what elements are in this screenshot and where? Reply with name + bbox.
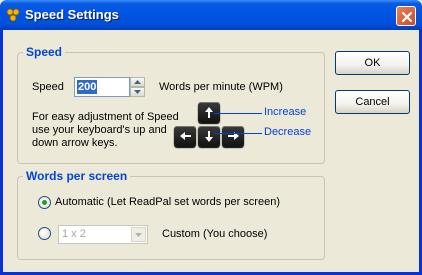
speed-settings-dialog: Speed Settings Speed Speed 200 Words per… [0, 0, 422, 275]
decrease-callout-line [214, 133, 262, 134]
dropdown-arrow[interactable] [131, 227, 146, 242]
chevron-down-icon [135, 233, 142, 237]
custom-words-select[interactable]: 1 x 2 [58, 225, 148, 244]
down-arrow-key-icon [198, 126, 220, 147]
speed-spinner[interactable] [130, 77, 145, 97]
custom-label[interactable]: Custom (You choose) [162, 228, 267, 240]
spin-down-button[interactable] [130, 87, 145, 97]
speed-groupbox: Speed Speed 200 Words per minute (WPM) F… [17, 45, 325, 164]
automatic-label[interactable]: Automatic (Let ReadPal set words per scr… [55, 196, 280, 208]
cancel-button[interactable]: Cancel [335, 90, 410, 114]
increase-label: Increase [264, 106, 307, 118]
wpm-label: Words per minute (WPM) [159, 81, 283, 93]
words-per-screen-group-title: Words per screen [23, 169, 131, 183]
automatic-radio[interactable] [38, 196, 51, 209]
help-text: For easy adjustment of Speed use your ke… [32, 111, 179, 149]
speed-group-title: Speed [23, 45, 66, 59]
arrow-up-icon [134, 80, 141, 84]
left-arrow-key-icon [174, 126, 196, 147]
readpal-app-icon [6, 8, 20, 22]
ok-button[interactable]: OK [335, 51, 410, 75]
right-arrow-key-icon [222, 126, 244, 147]
speed-value: 200 [77, 80, 98, 94]
title-bar[interactable]: Speed Settings [0, 0, 422, 30]
dialog-body: Speed Speed 200 Words per minute (WPM) F… [3, 30, 419, 272]
spin-up-button[interactable] [130, 77, 145, 87]
decrease-label: Decrease [264, 126, 312, 138]
increase-callout-line [214, 113, 262, 114]
custom-words-value: 1 x 2 [62, 228, 86, 240]
speed-input[interactable]: 200 [74, 77, 130, 97]
close-button[interactable] [396, 6, 416, 26]
words-per-screen-groupbox: Words per screen Automatic (Let ReadPal … [17, 169, 325, 260]
custom-radio[interactable] [38, 227, 51, 240]
close-icon [401, 11, 413, 23]
window-title: Speed Settings [25, 7, 119, 22]
radio-selected-dot [42, 200, 47, 205]
speed-label: Speed [32, 81, 64, 93]
arrow-down-icon [134, 90, 141, 94]
